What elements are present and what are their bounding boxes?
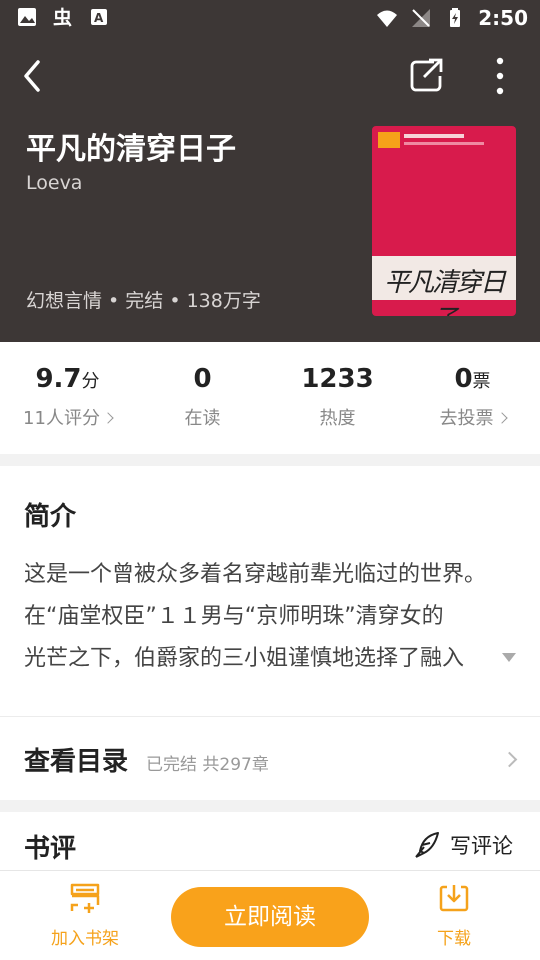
add-to-shelf-button[interactable]: 加入书架 — [40, 883, 130, 949]
cover-decoration — [404, 142, 484, 145]
table-of-contents-row[interactable]: 查看目录 已完结 共297章 — [0, 716, 540, 800]
stat-value: 1233 — [301, 364, 374, 394]
toc-title: 查看目录 — [24, 747, 129, 777]
bug-notification-icon: 虫 — [53, 6, 72, 28]
stat-label: 热度 — [319, 408, 356, 429]
quill-pen-icon — [415, 832, 439, 858]
intro-line: 光芒之下，伯爵家的三小姐谨慎地选择了融入 — [24, 646, 465, 671]
back-arrow-icon[interactable] — [14, 56, 54, 96]
read-now-button[interactable]: 立即阅读 — [171, 887, 369, 947]
intro-heading: 简介 — [24, 502, 77, 532]
bookshelf-icon — [70, 883, 100, 913]
chevron-right-icon — [495, 412, 508, 424]
status-time: 2:50 — [478, 6, 528, 30]
battery-charging-icon — [450, 8, 461, 27]
download-icon — [439, 885, 469, 912]
intro-line: 在“庙堂权臣”１１男与“京师明珠”清穿女的 — [24, 604, 444, 629]
book-meta: 幻想言情 • 完结 • 138万字 — [26, 290, 261, 312]
download-button[interactable]: 下载 — [409, 883, 499, 949]
stat-value: 0 — [193, 364, 212, 394]
chevron-right-icon — [102, 412, 114, 424]
stat-label: 在读 — [184, 408, 221, 429]
no-signal-icon — [412, 9, 431, 27]
cover-decoration — [404, 134, 464, 138]
stat-unit: 分 — [81, 371, 100, 392]
bottom-action-bar: 加入书架 立即阅读 下载 — [0, 870, 540, 960]
intro-line: 这是一个曾被众多着名穿越前辈光临过的世界。 — [24, 562, 487, 587]
stat-unit: 票 — [472, 371, 491, 392]
stat-rating[interactable]: 9.7分 11人评分 — [0, 364, 135, 430]
book-author[interactable]: Loeva — [26, 172, 82, 194]
book-cover: 平凡清穿日子 — [372, 126, 516, 316]
more-options-icon[interactable] — [482, 54, 518, 98]
book-detail-page: 虫 A 2:50 平凡的清穿日子 Loeva 幻想言情 • 完结 • 138万字… — [0, 0, 540, 960]
cover-title-text: 平凡清穿日子 — [383, 268, 506, 316]
book-header: 虫 A 2:50 平凡的清穿日子 Loeva 幻想言情 • 完结 • 138万字… — [0, 0, 540, 342]
add-to-shelf-label: 加入书架 — [51, 929, 119, 949]
top-nav — [0, 46, 540, 106]
book-title: 平凡的清穿日子 — [26, 132, 236, 167]
expand-arrow-icon[interactable] — [502, 653, 516, 662]
publisher-logo — [378, 132, 400, 148]
chevron-right-icon — [501, 751, 518, 768]
svg-text:A: A — [94, 11, 104, 25]
toc-subtitle: 已完结 共297章 — [146, 755, 269, 775]
intro-section[interactable]: 简介 这是一个曾被众多着名穿越前辈光临过的世界。 在“庙堂权臣”１１男与“京师明… — [0, 466, 540, 716]
stat-value: 9.7 — [35, 364, 82, 394]
write-review-label: 写评论 — [450, 834, 513, 858]
stats-row: 9.7分 11人评分 0 在读 1233 热度 0票 去投票 — [0, 342, 540, 454]
stat-vote[interactable]: 0票 去投票 — [405, 364, 540, 430]
write-review-button[interactable]: 写评论 — [414, 830, 513, 860]
stat-heat: 1233 热度 — [270, 364, 405, 430]
stat-label: 去投票 — [439, 408, 494, 429]
font-notification-icon: A — [91, 9, 107, 25]
stat-reading: 0 在读 — [135, 364, 270, 430]
stat-value: 0 — [454, 364, 473, 394]
stat-label: 11人评分 — [23, 408, 100, 429]
svg-text:虫: 虫 — [53, 6, 72, 28]
image-notification-icon — [18, 8, 36, 26]
wifi-icon — [377, 10, 398, 27]
status-bar: 虫 A 2:50 — [0, 0, 540, 36]
download-label: 下载 — [437, 929, 471, 949]
review-heading: 书评 — [24, 834, 77, 864]
share-icon[interactable] — [404, 54, 448, 98]
